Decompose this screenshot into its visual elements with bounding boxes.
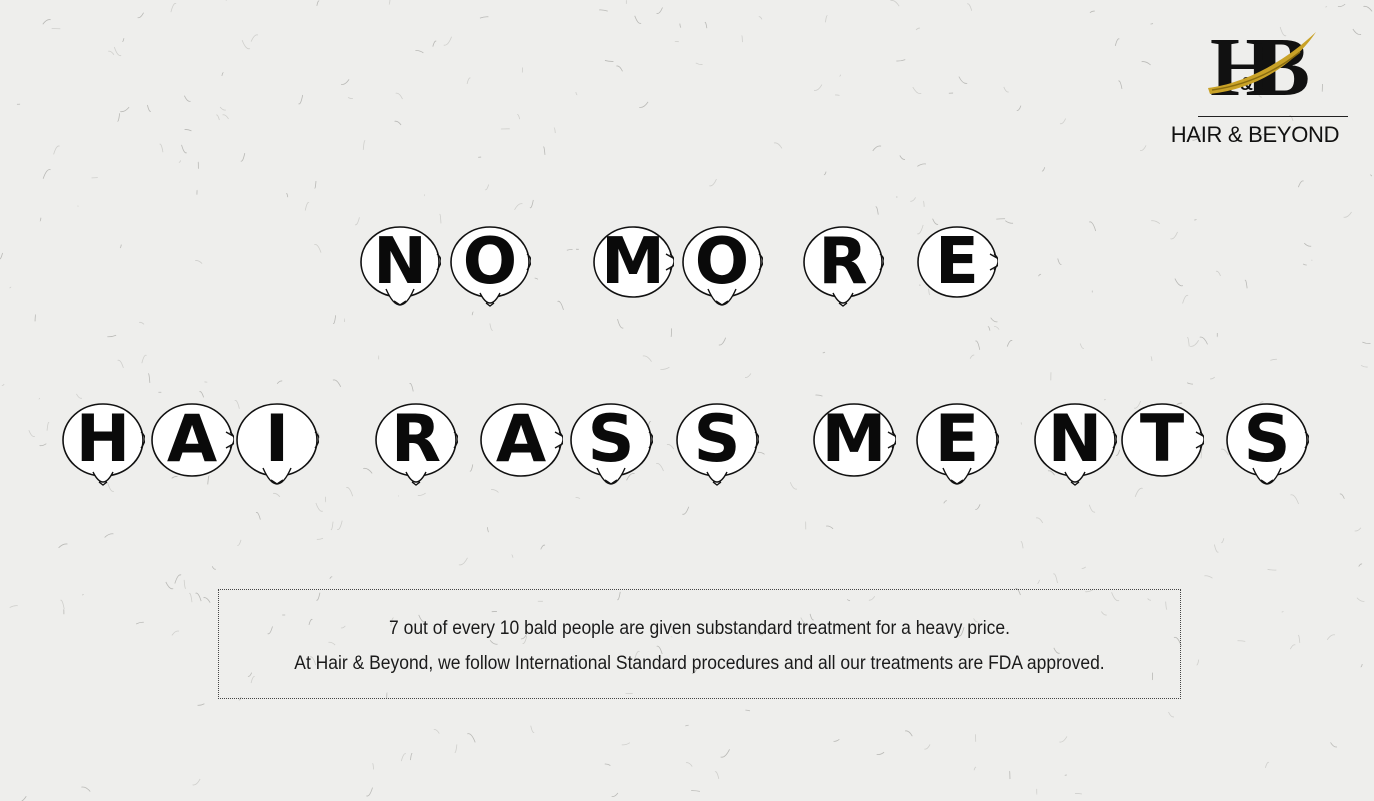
hair-letter-head: A	[479, 402, 571, 508]
gold-swoosh-icon	[1208, 32, 1316, 94]
hair-letter-head: I	[235, 402, 320, 508]
hair-letter: H	[75, 402, 131, 477]
hair-letter-head: T	[1120, 402, 1212, 508]
hair-letter: N	[1047, 402, 1103, 477]
hair-letter: O	[694, 225, 750, 299]
hair-letter-head: R	[802, 225, 885, 329]
info-box: 7 out of every 10 bald people are given …	[218, 589, 1181, 699]
hair-letter-head: H	[61, 402, 146, 508]
hair-letter-head: S	[675, 402, 760, 508]
hair-letter: R	[390, 402, 442, 477]
hair-letter-head: O	[449, 225, 532, 329]
hair-letter: M	[821, 402, 887, 477]
hair-letter: I	[264, 402, 290, 477]
hair-letter: S	[587, 402, 635, 477]
hair-letter-head: E	[916, 225, 1006, 329]
hair-letter-head: R	[374, 402, 459, 508]
info-text-line-1: 7 out of every 10 bald people are given …	[389, 618, 1010, 639]
hair-letter-head: E	[915, 402, 1000, 508]
hb-monogram: H B &	[1200, 26, 1320, 114]
hair-letter: M	[601, 225, 665, 299]
hair-letter: T	[1139, 402, 1185, 477]
hair-letter: S	[1243, 402, 1291, 477]
hair-letter-head: M	[592, 225, 682, 329]
hair-letter-head: N	[359, 225, 442, 329]
hair-letter-head: S	[569, 402, 654, 508]
brand-logo: H B & HAIR & BEYOND	[1150, 20, 1360, 150]
hair-letter: E	[935, 225, 979, 299]
hair-letter-head: O	[681, 225, 764, 329]
hair-letter-head: N	[1033, 402, 1118, 508]
logo-divider	[1198, 116, 1348, 117]
hair-letter: N	[373, 225, 427, 299]
hair-letter-head: A	[150, 402, 242, 508]
hair-letter: O	[462, 225, 518, 299]
brand-name: HAIR & BEYOND	[1170, 122, 1340, 147]
hair-letter: S	[693, 402, 741, 477]
hair-letter: A	[166, 402, 218, 477]
hair-letter-head: S	[1225, 402, 1310, 508]
hair-letter: A	[495, 402, 547, 477]
hair-letter: E	[934, 402, 980, 477]
hair-letter-head: M	[812, 402, 904, 508]
hair-letter: R	[818, 225, 868, 299]
info-text-line-2: At Hair & Beyond, we follow Internationa…	[294, 653, 1105, 674]
